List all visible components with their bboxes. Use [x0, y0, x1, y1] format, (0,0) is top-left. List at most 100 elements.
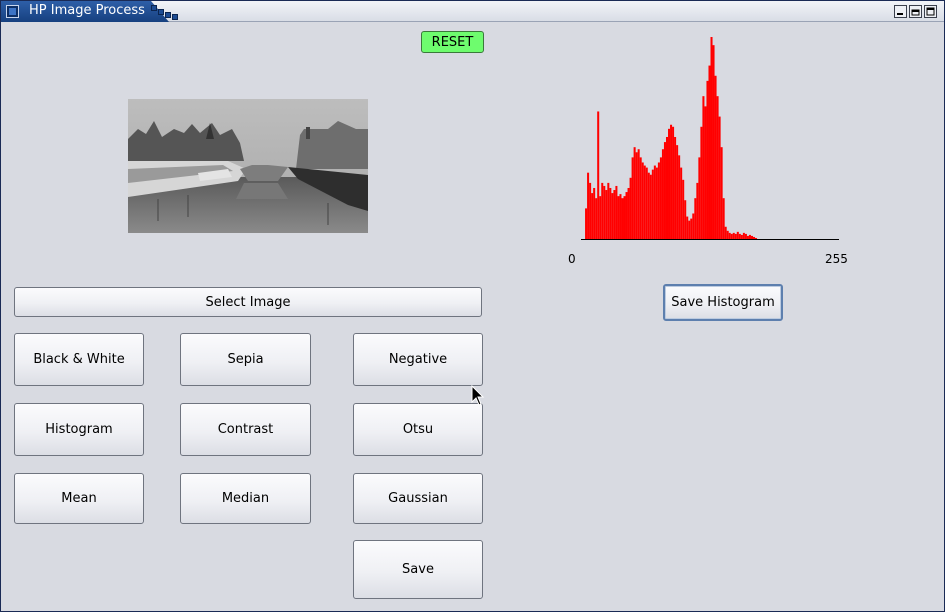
- histogram-bar: [593, 187, 596, 239]
- histogram-bar: [587, 172, 590, 239]
- histogram-bar: [674, 136, 677, 239]
- histogram-bar: [690, 218, 693, 239]
- histogram-bar: [682, 179, 685, 239]
- histogram-bar: [591, 193, 594, 239]
- histogram-bar: [623, 196, 626, 239]
- otsu-button[interactable]: Otsu: [353, 403, 483, 456]
- close-button[interactable]: [924, 5, 937, 18]
- app-window: HP Image Process RESET 0 255 Select Imag…: [0, 0, 945, 612]
- histogram-bar: [684, 200, 687, 239]
- histogram-bar: [589, 182, 592, 239]
- reset-button[interactable]: RESET: [421, 31, 484, 53]
- histogram-bar: [601, 182, 604, 239]
- histogram-bar: [742, 232, 745, 239]
- histogram-bar: [625, 192, 628, 239]
- histogram-chart: [581, 37, 839, 240]
- histogram-bar: [607, 182, 610, 239]
- histogram-bar: [698, 157, 701, 239]
- preview-image: [128, 99, 368, 233]
- histogram-bar: [603, 185, 606, 239]
- histogram-bar: [718, 116, 721, 239]
- histogram-bar: [732, 232, 735, 239]
- histogram-bar: [702, 96, 705, 239]
- title-decoration: [151, 5, 183, 21]
- histogram-bar: [629, 177, 632, 239]
- histogram-bar: [730, 233, 733, 239]
- negative-button[interactable]: Negative: [353, 333, 483, 386]
- close-icon: [926, 7, 935, 16]
- sepia-button[interactable]: Sepia: [180, 333, 311, 386]
- histogram-bar: [712, 45, 715, 239]
- histogram-bar: [736, 231, 739, 239]
- histogram-bar: [688, 220, 691, 239]
- title-bar[interactable]: HP Image Process: [1, 1, 944, 22]
- median-button[interactable]: Median: [180, 473, 311, 524]
- histogram-bar: [605, 190, 608, 239]
- histogram-bar: [609, 187, 612, 239]
- histogram-bar: [720, 147, 723, 239]
- histogram-bar: [647, 172, 650, 239]
- histogram-bar: [680, 167, 683, 239]
- histogram-x-min-label: 0: [568, 252, 576, 266]
- histogram-bar: [655, 167, 658, 239]
- select-image-button[interactable]: Select Image: [14, 287, 482, 317]
- histogram-bar: [611, 193, 614, 239]
- minimize-button[interactable]: [894, 5, 907, 18]
- histogram-bar: [710, 37, 713, 239]
- histogram-bar: [649, 174, 652, 239]
- save-histogram-button[interactable]: Save Histogram: [663, 284, 783, 321]
- main-content: RESET 0 255 Select Image Save Histogram …: [5, 23, 940, 607]
- histogram-bar: [627, 187, 630, 239]
- histogram-bar: [716, 96, 719, 239]
- histogram-bar: [619, 194, 622, 239]
- histogram-bar: [615, 185, 618, 239]
- histogram-bar: [746, 235, 749, 239]
- histogram-bar: [585, 208, 588, 239]
- mouse-cursor-icon: [471, 385, 485, 406]
- gaussian-button[interactable]: Gaussian: [353, 473, 483, 524]
- contrast-button[interactable]: Contrast: [180, 403, 311, 456]
- histogram-bar: [659, 157, 662, 239]
- minimize-icon: [897, 13, 903, 15]
- histogram-bar: [676, 145, 679, 239]
- histogram-bar: [744, 233, 747, 239]
- histogram-bar: [722, 198, 725, 239]
- histogram-bar: [708, 65, 711, 239]
- histogram-bar: [750, 235, 753, 239]
- histogram-bar: [706, 80, 709, 239]
- histogram-bar: [595, 198, 598, 239]
- histogram-bar: [692, 213, 695, 239]
- histogram-bar: [657, 162, 660, 239]
- histogram-bar: [617, 196, 620, 239]
- histogram-bar: [714, 75, 717, 239]
- histogram-bar: [665, 136, 669, 239]
- black-white-button[interactable]: Black & White: [14, 333, 144, 386]
- histogram-bar: [748, 234, 751, 239]
- histogram-bar: [637, 149, 640, 239]
- histogram-bar: [672, 126, 675, 239]
- histogram-bar: [661, 149, 664, 239]
- histogram-bar: [597, 111, 600, 239]
- histogram-bar: [651, 169, 654, 239]
- mean-button[interactable]: Mean: [14, 473, 144, 524]
- histogram-bar: [704, 106, 707, 240]
- histogram-bar: [686, 216, 689, 239]
- maximize-button[interactable]: [909, 5, 922, 18]
- image-preview: [128, 99, 368, 233]
- histogram-x-max-label: 255: [825, 252, 848, 266]
- histogram-bar: [755, 237, 758, 239]
- window-title: HP Image Process: [29, 3, 145, 18]
- histogram-bar: [726, 230, 729, 239]
- histogram-bar: [613, 190, 616, 239]
- histogram-bar: [599, 196, 602, 239]
- histogram-bar: [635, 152, 638, 239]
- histogram-bar: [639, 157, 642, 239]
- app-icon[interactable]: [6, 5, 19, 18]
- histogram-bar: [740, 234, 743, 239]
- histogram-bar: [696, 182, 699, 239]
- histogram-bar: [641, 162, 644, 239]
- save-button[interactable]: Save: [353, 540, 483, 599]
- histogram-bar: [633, 147, 636, 239]
- histogram-bar: [724, 226, 727, 239]
- histogram-button[interactable]: Histogram: [14, 403, 144, 456]
